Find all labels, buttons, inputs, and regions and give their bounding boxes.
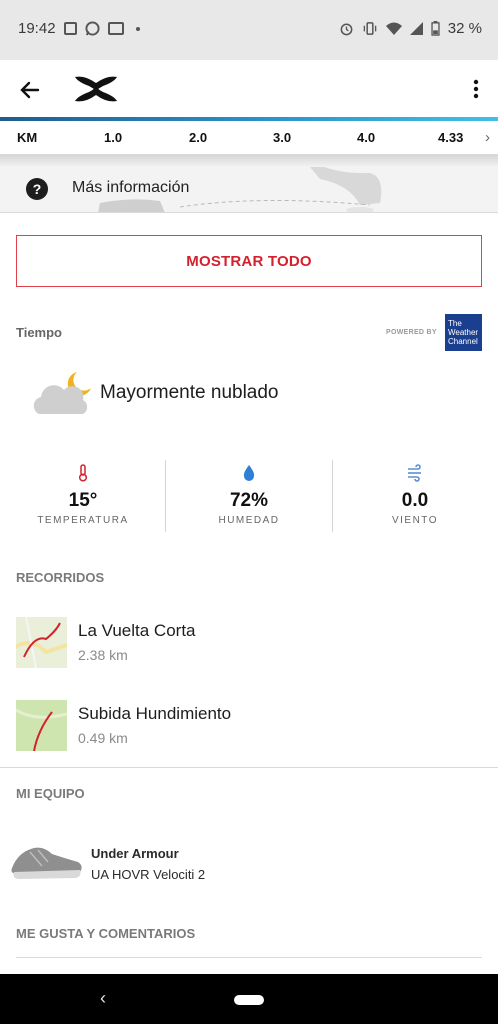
- powered-by-label: POWERED BY: [386, 329, 437, 336]
- arrow-left-icon[interactable]: [16, 76, 44, 104]
- shoe-image: [11, 847, 82, 879]
- route-distance: 0.49 km: [78, 730, 128, 746]
- more-info-row[interactable]: ? Más información: [0, 155, 498, 213]
- humidity-value: 72%: [229, 490, 269, 511]
- wind-label: VIENTO: [391, 515, 439, 526]
- humidity-label: HUMEDAD: [218, 515, 280, 526]
- image-icon: [64, 22, 77, 35]
- whatsapp-icon: [85, 21, 100, 36]
- nav-back-icon[interactable]: ‹: [100, 988, 106, 1009]
- equipment-title: MI EQUIPO: [16, 786, 85, 801]
- temperature-stat: 15° TEMPERATURA: [0, 460, 166, 532]
- weather-condition: Mayormente nublado: [100, 382, 279, 403]
- more-info-label: Más información: [72, 179, 190, 196]
- status-time: 19:42: [18, 20, 56, 37]
- battery-icon: [431, 21, 440, 36]
- weather-title: Tiempo: [16, 325, 62, 340]
- wind-stat: 0.0 VIENTO: [332, 460, 498, 532]
- thermometer-icon: [78, 464, 88, 482]
- route-distance: 2.38 km: [78, 647, 128, 663]
- humidity-stat: 72% HUMEDAD: [166, 460, 332, 532]
- system-icons: 32 %: [339, 20, 482, 37]
- show-all-button[interactable]: MOSTRAR TODO: [16, 235, 482, 287]
- equipment-brand[interactable]: Under Armour: [91, 846, 179, 861]
- split-4[interactable]: 4.0: [357, 130, 375, 145]
- status-bar: 19:42 32 %: [0, 0, 498, 60]
- more-vert-icon[interactable]: [468, 77, 484, 101]
- likes-comments-title: ME GUSTA Y COMENTARIOS: [16, 926, 196, 941]
- system-navigation-bar: ‹: [0, 974, 498, 1024]
- notification-icons: [64, 21, 140, 36]
- split-5[interactable]: 4.33: [438, 130, 463, 145]
- splits-unit: KM: [17, 130, 38, 145]
- vibrate-icon: [363, 22, 377, 35]
- temperature-value: 15°: [68, 490, 98, 511]
- weather-stats: 15° TEMPERATURA 72% HUMEDAD 0.0 VIENTO: [0, 460, 498, 532]
- battery-percent: 32 %: [447, 20, 482, 37]
- section-divider: [16, 957, 482, 958]
- contact-card-icon: [108, 22, 124, 35]
- under-armour-logo[interactable]: [72, 74, 120, 104]
- route-item[interactable]: Subida Hundimiento 0.49 km: [0, 700, 498, 760]
- equipment-model[interactable]: UA HOVR Velociti 2: [91, 867, 205, 882]
- split-2[interactable]: 2.0: [189, 130, 207, 145]
- signal-icon: [409, 22, 423, 35]
- split-3[interactable]: 3.0: [273, 130, 291, 145]
- cloudy-night-icon: [33, 372, 91, 414]
- route-map-thumbnail: [16, 617, 67, 668]
- route-map-thumbnail: [16, 700, 67, 751]
- wifi-icon: [385, 22, 402, 35]
- wind-icon: [408, 464, 421, 482]
- chevron-right-icon[interactable]: ›: [485, 129, 490, 146]
- split-1[interactable]: 1.0: [104, 130, 122, 145]
- help-icon: ?: [26, 178, 48, 200]
- water-drop-icon: [243, 465, 255, 481]
- routes-title: RECORRIDOS: [16, 570, 105, 585]
- wind-value: 0.0: [401, 490, 429, 511]
- route-name: La Vuelta Corta: [78, 621, 196, 640]
- route-name: Subida Hundimiento: [78, 704, 232, 723]
- top-app-bar: [0, 60, 498, 118]
- nav-home-pill[interactable]: [234, 995, 264, 1005]
- temperature-label: TEMPERATURA: [37, 515, 129, 526]
- route-item[interactable]: La Vuelta Corta 2.38 km: [0, 617, 498, 677]
- hero-shadow: [0, 155, 498, 167]
- weather-channel-logo: The Weather Channel: [445, 314, 482, 351]
- km-splits-bar[interactable]: KM 1.0 2.0 3.0 4.0 4.33 ›: [0, 121, 498, 155]
- alarm-icon: [340, 23, 353, 36]
- dot-icon: [136, 26, 140, 31]
- section-divider: [0, 767, 498, 768]
